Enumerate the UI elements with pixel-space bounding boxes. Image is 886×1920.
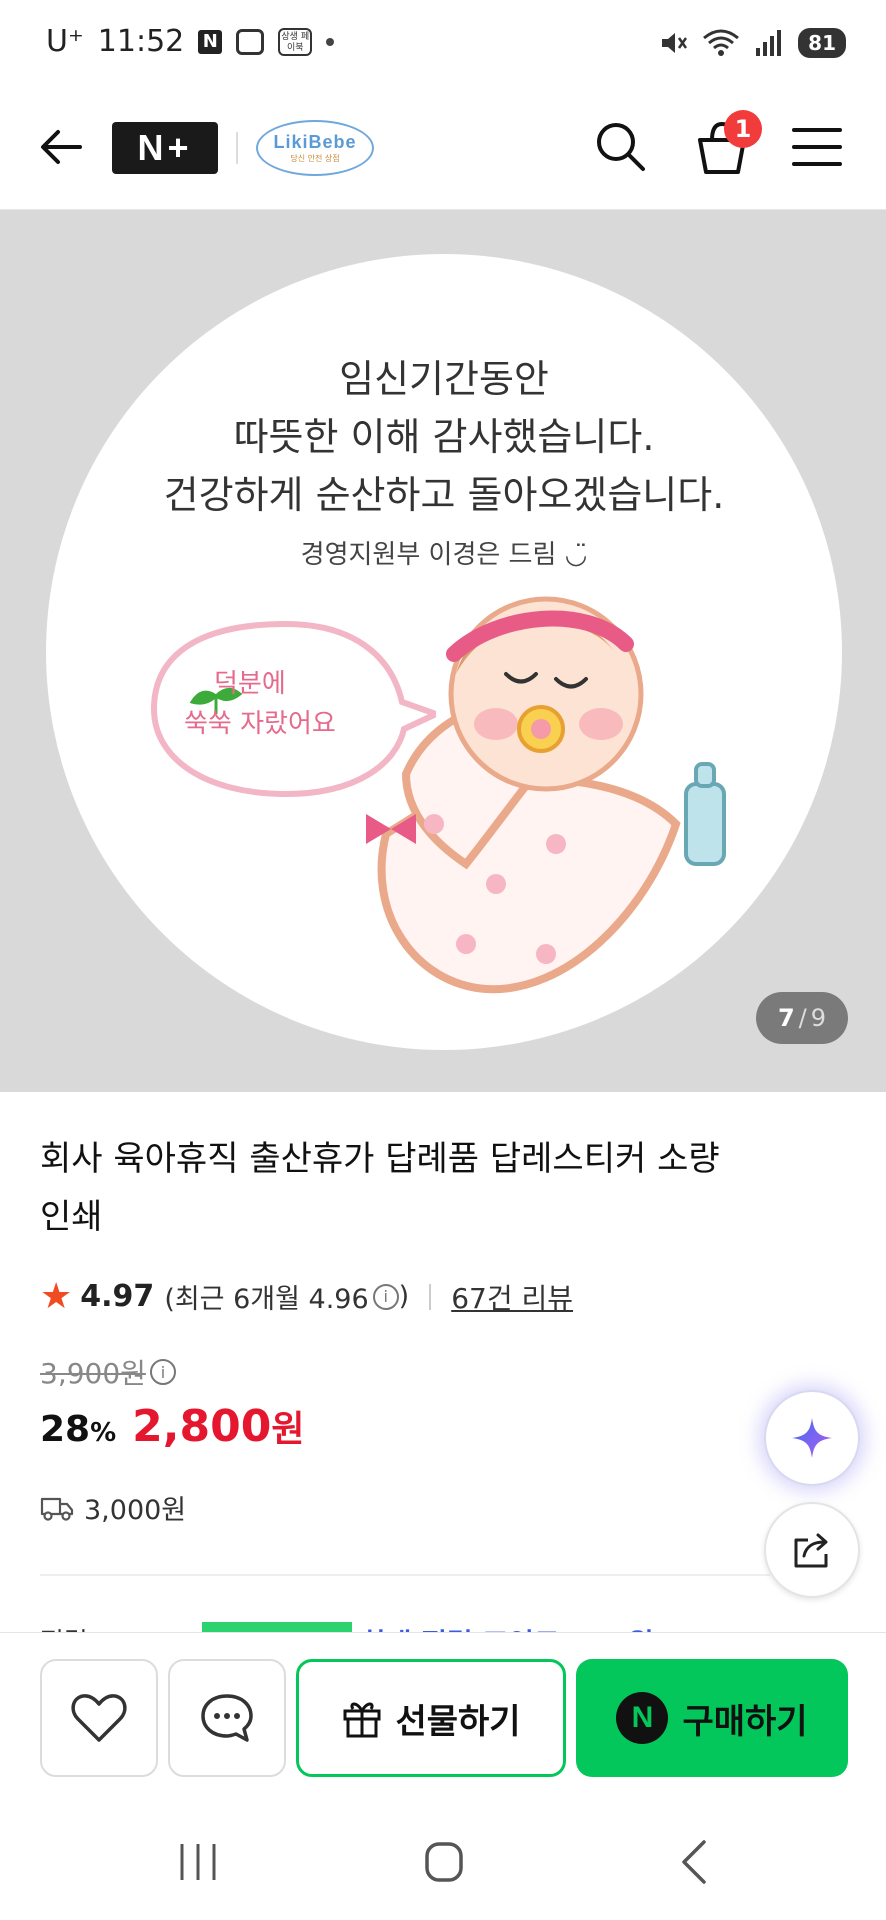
screenshot-notification-icon bbox=[236, 28, 265, 55]
sticker-signature: 경영지원부 이경은 드림 ◡̈ bbox=[300, 540, 588, 570]
wifi-icon bbox=[703, 29, 740, 56]
store-logo[interactable]: LikiBebe 당신 안전 상점 bbox=[256, 120, 374, 176]
share-button[interactable] bbox=[764, 1502, 860, 1598]
battery-indicator: 81 bbox=[798, 28, 846, 58]
image-page-indicator: 7 / 9 bbox=[756, 992, 848, 1044]
carrier-label: U⁺ bbox=[46, 24, 84, 59]
swaddled-baby-illustration bbox=[366, 596, 726, 994]
status-right: 81 bbox=[658, 28, 846, 58]
bank-notification-icon: 상생 페이북 bbox=[278, 27, 313, 56]
cart-count-badge: 1 bbox=[724, 110, 762, 148]
home-icon[interactable] bbox=[424, 1840, 464, 1884]
system-back-icon[interactable] bbox=[676, 1838, 712, 1886]
ai-sparkle-icon bbox=[792, 1418, 832, 1458]
rating-separator bbox=[429, 1283, 432, 1310]
buy-button-label: 구매하기 bbox=[682, 1701, 808, 1742]
original-price-row: 3,900원 i bbox=[40, 1352, 176, 1392]
price-row: 28% 2,800 원 bbox=[40, 1400, 304, 1452]
rating-recent: (최근 6개월 4.96 bbox=[164, 1284, 369, 1315]
gift-button-label: 선물하기 bbox=[395, 1701, 521, 1742]
clock: 11:52 bbox=[97, 24, 185, 59]
discount-unit: % bbox=[90, 1418, 117, 1448]
sticker-line-2: 따뜻한 이해 감사했습니다. bbox=[233, 415, 655, 459]
sale-price: 2,800 bbox=[132, 1401, 272, 1452]
header-divider bbox=[236, 132, 238, 164]
gift-icon bbox=[343, 1702, 381, 1738]
section-divider bbox=[40, 1574, 770, 1576]
image-page-total: 9 bbox=[810, 1004, 827, 1032]
product-image-gallery[interactable]: 임신기간동안 따뜻한 이해 감사했습니다. 건강하게 순산하고 돌아오겠습니다.… bbox=[0, 210, 886, 1092]
status-left: U⁺ 11:52 N 상생 페이북 bbox=[46, 24, 335, 59]
discount-value: 28 bbox=[40, 1409, 91, 1450]
sale-price-unit: 원 bbox=[271, 1409, 305, 1450]
naver-pay-icon: N bbox=[616, 1692, 669, 1744]
store-logo-text: LikiBebe bbox=[273, 132, 357, 152]
shipping-row: 3,000원 bbox=[40, 1488, 186, 1527]
sticker-line-3: 건강하게 순산하고 돌아오겠습니다. bbox=[163, 473, 725, 517]
more-notifications-dot bbox=[326, 37, 335, 46]
share-icon bbox=[794, 1533, 828, 1568]
rating-info-icon[interactable]: i bbox=[372, 1283, 399, 1310]
signal-icon bbox=[756, 30, 782, 56]
price-info-icon[interactable]: i bbox=[149, 1359, 176, 1385]
product-image-sticker: 임신기간동안 따뜻한 이해 감사했습니다. 건강하게 순산하고 돌아오겠습니다.… bbox=[46, 254, 842, 1050]
image-page-total-slash: / bbox=[798, 1004, 807, 1032]
gift-button[interactable]: 선물하기 bbox=[296, 1659, 566, 1777]
review-count-link[interactable]: 67건 리뷰 bbox=[451, 1277, 573, 1317]
naver-notification-icon: N bbox=[198, 29, 223, 54]
store-logo-subtext: 당신 안전 상점 bbox=[290, 154, 340, 163]
back-arrow-icon[interactable] bbox=[36, 122, 86, 172]
buy-button[interactable]: N 구매하기 bbox=[576, 1659, 848, 1777]
search-icon[interactable] bbox=[592, 118, 648, 174]
heart-icon bbox=[71, 1694, 127, 1742]
wishlist-button[interactable] bbox=[40, 1659, 158, 1777]
chat-inquiry-button[interactable] bbox=[168, 1659, 286, 1777]
discount-rate: 28% bbox=[40, 1409, 116, 1450]
image-page-current: 7 bbox=[777, 1004, 795, 1032]
delivery-truck-icon bbox=[40, 1497, 74, 1521]
system-navigation-bar bbox=[0, 1782, 886, 1920]
original-price: 3,900원 bbox=[40, 1357, 146, 1390]
status-bar: U⁺ 11:52 N 상생 페이북 81 bbox=[0, 0, 886, 90]
purchase-action-bar: 선물하기 N 구매하기 bbox=[0, 1632, 886, 1782]
rating-recent-close: ) bbox=[398, 1281, 410, 1312]
shipping-fee: 3,000원 bbox=[84, 1495, 187, 1526]
app-header: N+ LikiBebe 당신 안전 상점 1 bbox=[0, 92, 886, 210]
rating-value: 4.97 bbox=[80, 1279, 155, 1314]
menu-icon[interactable] bbox=[790, 122, 844, 172]
ai-assistant-button[interactable] bbox=[764, 1390, 860, 1486]
chat-bubble-icon bbox=[201, 1694, 253, 1742]
product-title: 회사 육아휴직 출산휴가 답례품 답레스티커 소량인쇄 bbox=[40, 1139, 720, 1237]
naver-plus-logo[interactable]: N+ bbox=[112, 122, 218, 174]
recent-apps-icon[interactable] bbox=[176, 1840, 220, 1884]
star-icon: ★ bbox=[40, 1276, 73, 1317]
mute-icon bbox=[662, 33, 688, 53]
sticker-line-1: 임신기간동안 bbox=[339, 357, 549, 401]
rating-row: ★ 4.97 (최근 6개월 4.96 i ) 67건 리뷰 bbox=[40, 1276, 573, 1317]
